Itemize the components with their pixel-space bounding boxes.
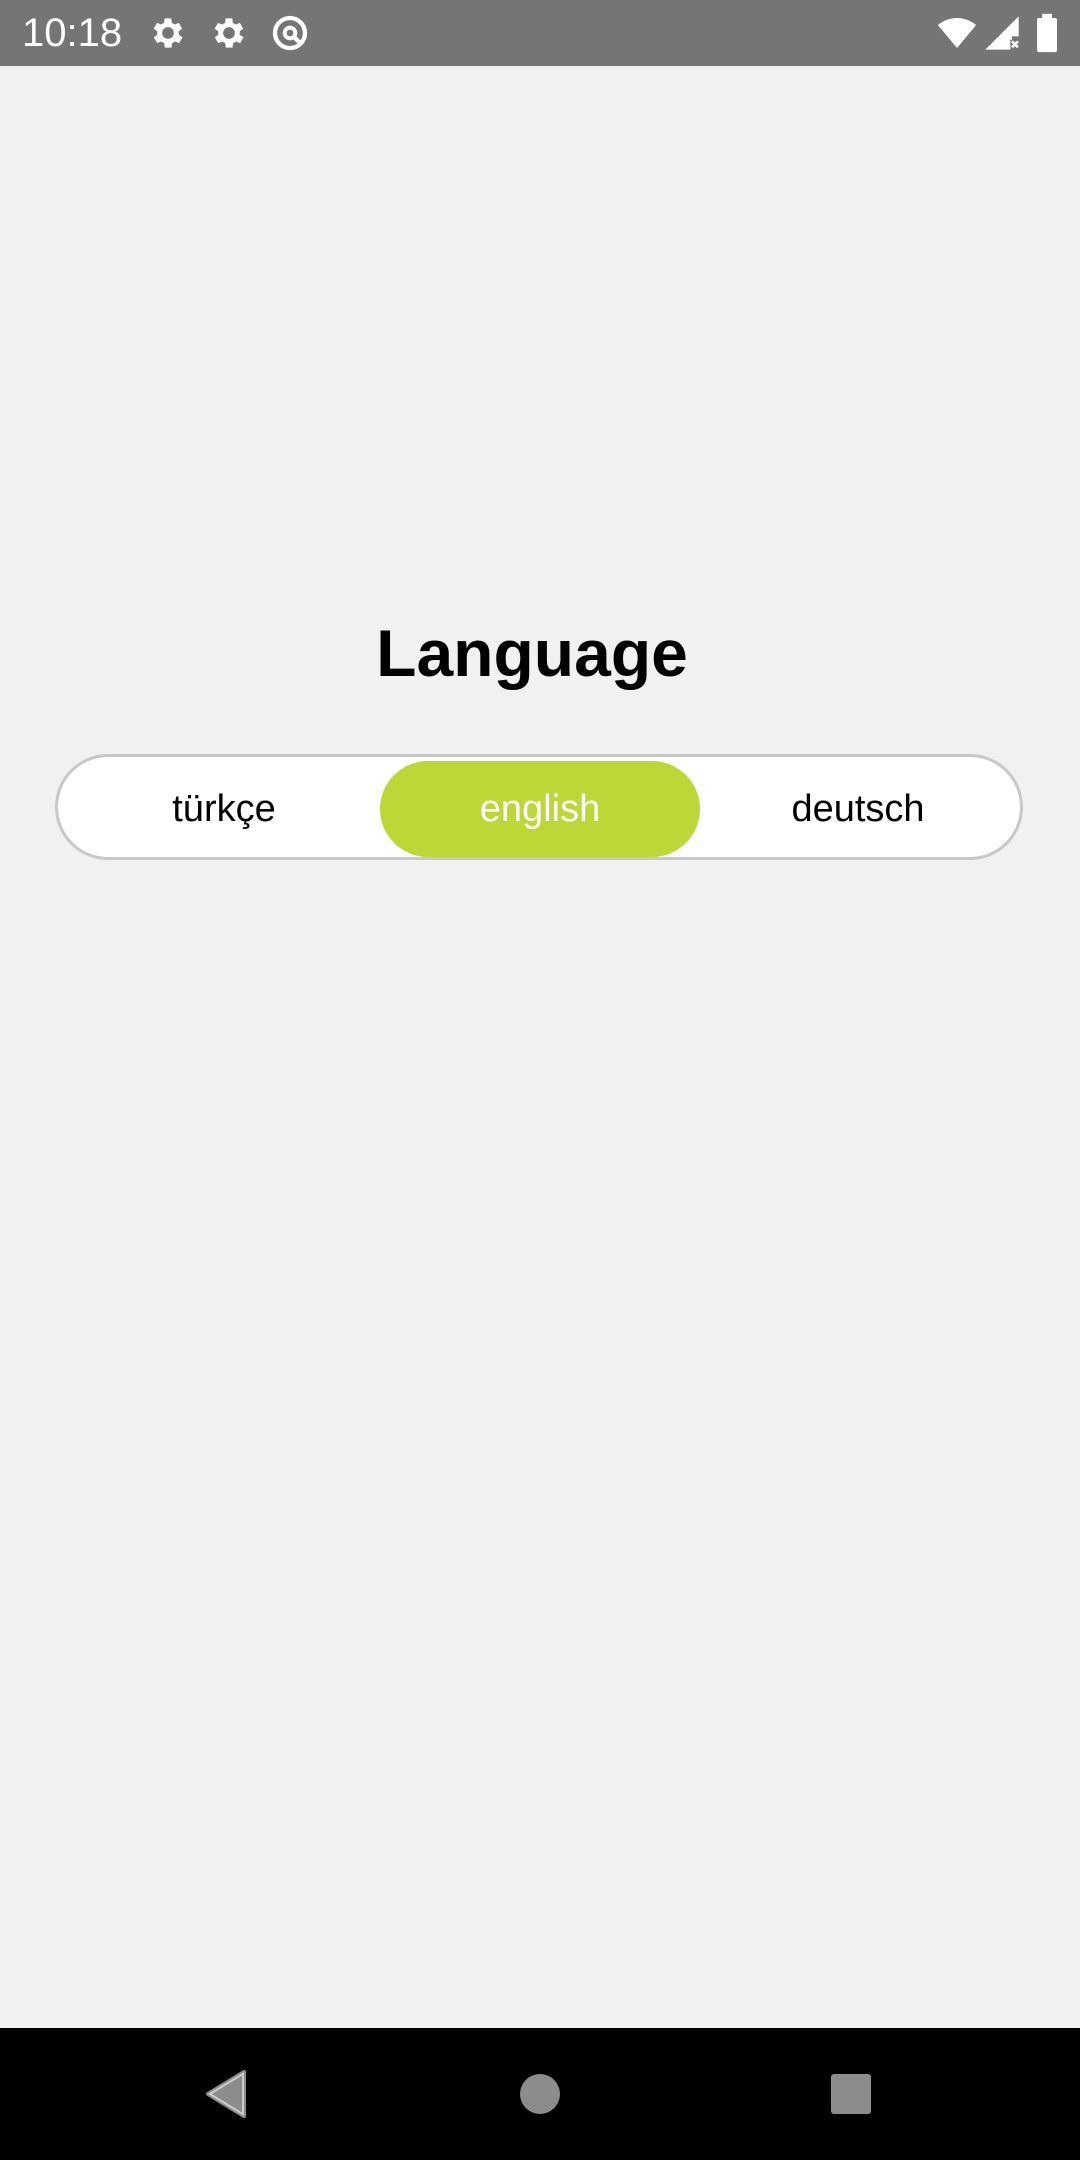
wifi-icon: [934, 13, 980, 53]
status-time: 10:18: [22, 11, 123, 55]
battery-icon: [1030, 13, 1064, 53]
status-bar: 10:18: [0, 0, 1080, 66]
gear-icon: [209, 13, 249, 53]
gear-icon: [148, 13, 188, 53]
language-selector: türkçe english deutsch: [55, 754, 1023, 860]
language-option-english[interactable]: english: [380, 761, 700, 857]
navigation-bar: [0, 2028, 1080, 2160]
recents-icon[interactable]: [811, 2054, 891, 2134]
language-option-turkce[interactable]: türkçe: [64, 761, 384, 857]
signal-icon: [982, 13, 1022, 53]
page-title: Language: [376, 616, 688, 690]
home-icon[interactable]: [500, 2054, 580, 2134]
vpn-lock-icon: [270, 13, 310, 53]
language-option-deutsch[interactable]: deutsch: [698, 761, 1018, 857]
back-icon[interactable]: [186, 2054, 266, 2134]
